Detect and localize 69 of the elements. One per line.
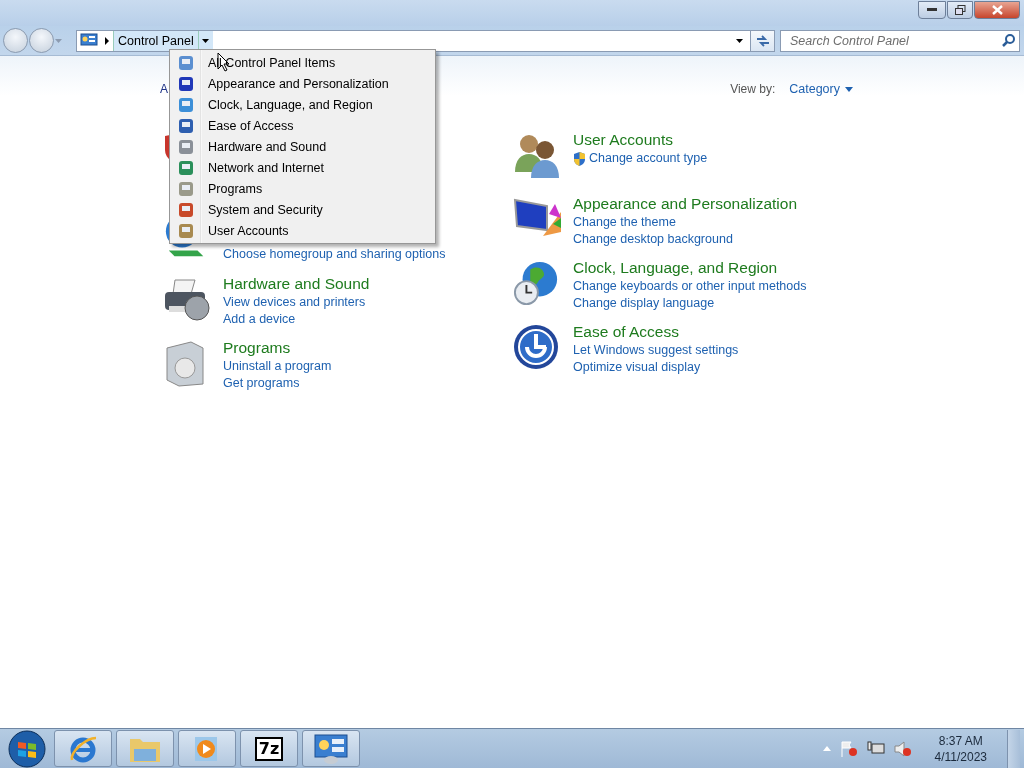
control-panel-icon [314, 733, 348, 764]
task-link[interactable]: Let Windows suggest settings [573, 342, 863, 359]
speaker-icon[interactable] [893, 740, 912, 757]
menu-item[interactable]: System and Security [170, 199, 435, 220]
printer-icon [163, 276, 211, 324]
category-icon [178, 54, 194, 71]
minimize-icon [927, 8, 937, 12]
category-icon [178, 75, 194, 92]
task-link[interactable]: Change desktop background [573, 231, 863, 248]
task-link[interactable]: Change account type [573, 150, 863, 167]
category-icon [178, 180, 194, 197]
category-title[interactable]: Appearance and Personalization [573, 194, 863, 214]
breadcrumb[interactable]: Control Panel [113, 30, 199, 51]
category-icon [178, 138, 194, 155]
menu-item[interactable]: User Accounts [170, 220, 435, 241]
globe-clock-icon [513, 260, 559, 306]
menu-item[interactable]: All Control Panel Items [170, 52, 435, 73]
search-field[interactable]: Search Control Panel [780, 29, 1020, 52]
minimize-button[interactable] [918, 1, 946, 19]
category-title[interactable]: Hardware and Sound [223, 274, 513, 294]
category-icon [178, 159, 194, 176]
task-link[interactable]: Get programs [223, 375, 513, 392]
task-link[interactable]: View devices and printers [223, 294, 513, 311]
uac-shield-icon [573, 151, 586, 166]
category-icon [178, 222, 194, 239]
task-link[interactable]: Optimize visual display [573, 359, 863, 376]
restore-icon [954, 5, 966, 15]
refresh-button[interactable] [751, 29, 775, 52]
category-title[interactable]: Programs [223, 338, 513, 358]
task-link[interactable]: Add a device [223, 311, 513, 328]
taskbar-button[interactable] [302, 730, 360, 767]
view-by-dropdown[interactable]: Category [789, 82, 853, 96]
flag-icon[interactable] [839, 740, 858, 757]
clock-time[interactable]: 8:37 AM [938, 732, 983, 749]
category-icon [178, 117, 194, 134]
menu-item[interactable]: Appearance and Personalization [170, 73, 435, 94]
category-icon [178, 96, 194, 113]
menu-item[interactable]: Programs [170, 178, 435, 199]
caret-icon [202, 38, 210, 43]
clock-date[interactable]: 4/11/2023 [934, 748, 987, 765]
category-title[interactable]: Clock, Language, and Region [573, 258, 863, 278]
caret-icon [845, 86, 853, 92]
search-icon[interactable] [1002, 34, 1015, 47]
category-title[interactable]: Ease of Access [573, 322, 863, 342]
control-panel-icon [80, 32, 98, 49]
page-heading: A [160, 82, 168, 96]
category-icon [178, 201, 194, 218]
menu-item[interactable]: Network and Internet [170, 157, 435, 178]
restore-button[interactable] [947, 1, 973, 19]
close-button[interactable] [974, 1, 1020, 19]
menu-item[interactable]: Ease of Access [170, 115, 435, 136]
taskbar-button[interactable] [116, 730, 174, 767]
caret-icon [735, 38, 743, 43]
task-link[interactable]: Change display language [573, 295, 863, 312]
view-by-label: View by: [730, 82, 776, 96]
close-icon [991, 5, 1003, 15]
task-link[interactable]: Change the theme [573, 214, 863, 231]
archiver-icon: 7z [254, 736, 284, 761]
accessibility-icon [513, 324, 559, 370]
category-title[interactable]: User Accounts [573, 130, 863, 150]
refresh-icon [755, 34, 770, 47]
taskbar-button[interactable] [178, 730, 236, 767]
taskbar-button[interactable] [54, 730, 112, 767]
menu-item[interactable]: Hardware and Sound [170, 136, 435, 157]
task-link[interactable]: Change keyboards or other input methods [573, 278, 863, 295]
menu-item[interactable]: Clock, Language, and Region [170, 94, 435, 115]
task-link[interactable]: Choose homegroup and sharing options [223, 246, 513, 263]
taskbar-button[interactable]: 7z [240, 730, 298, 767]
task-link[interactable]: Uninstall a program [223, 358, 513, 375]
